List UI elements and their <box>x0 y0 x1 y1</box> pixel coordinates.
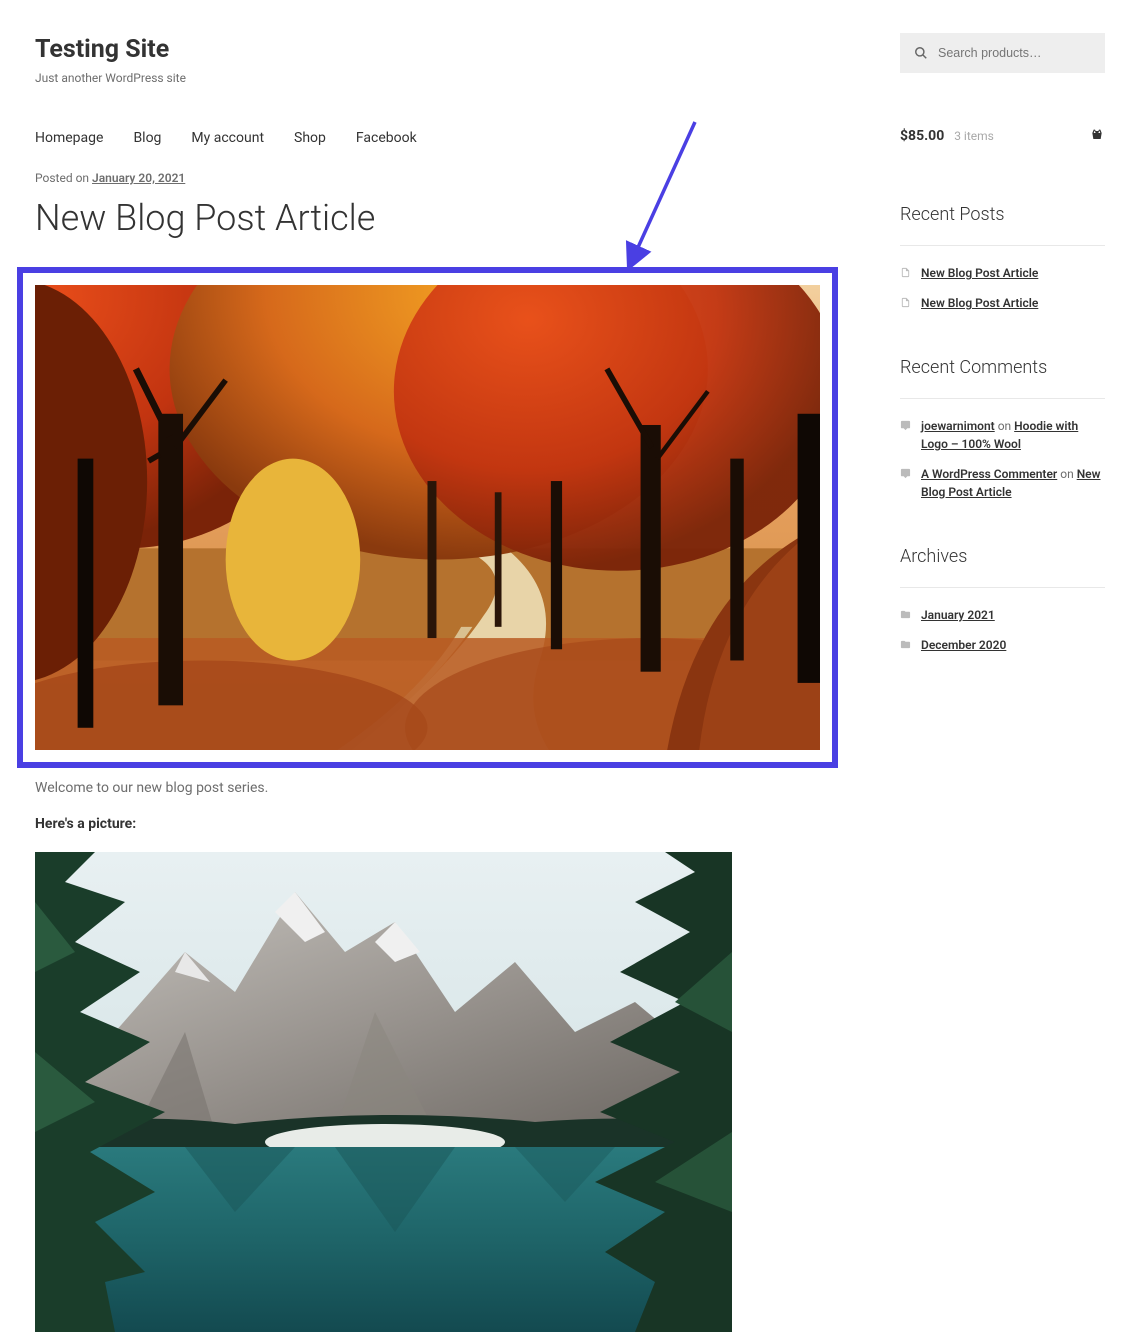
list-item: A WordPress Commenter on New Blog Post A… <box>900 465 1105 501</box>
nav-item-homepage[interactable]: Homepage <box>35 115 103 161</box>
body-image-mountain <box>35 852 732 1332</box>
list-item: New Blog Post Article <box>900 294 1105 312</box>
cart-summary[interactable]: $85.00 3 items <box>900 125 1105 144</box>
search-input[interactable] <box>900 36 1105 70</box>
list-item: January 2021 <box>900 606 1105 624</box>
list-item: December 2020 <box>900 636 1105 654</box>
post-meta: Posted on January 20, 2021 <box>35 171 860 185</box>
post-meta-prefix: Posted on <box>35 171 92 185</box>
widget-recent-comments: Recent Comments joewarnimont on Hoodie w… <box>900 357 1105 501</box>
archive-link[interactable]: December 2020 <box>921 636 1006 654</box>
comment-icon <box>900 468 911 479</box>
search-icon <box>914 46 928 60</box>
site-tagline: Just another WordPress site <box>35 71 860 85</box>
nav-item-shop[interactable]: Shop <box>294 115 326 161</box>
post-date-link[interactable]: January 20, 2021 <box>92 171 185 185</box>
cart-price: $85.00 <box>900 128 944 144</box>
post-picture-label: Here's a picture: <box>35 816 860 832</box>
comment-author-link[interactable]: A WordPress Commenter <box>921 467 1057 481</box>
widget-title-recent-comments: Recent Comments <box>900 357 1105 399</box>
search-box[interactable] <box>900 33 1105 73</box>
post-title: New Blog Post Article <box>35 197 860 239</box>
basket-icon <box>1089 127 1105 143</box>
document-icon <box>900 297 911 308</box>
folder-icon <box>900 609 911 620</box>
nav-item-blog[interactable]: Blog <box>133 115 161 161</box>
featured-image <box>35 285 820 750</box>
post-welcome-text: Welcome to our new blog post series. <box>35 780 860 796</box>
recent-post-link[interactable]: New Blog Post Article <box>921 264 1038 282</box>
list-item: joewarnimont on Hoodie with Logo – 100% … <box>900 417 1105 453</box>
widget-title-recent-posts: Recent Posts <box>900 204 1105 246</box>
primary-nav: Homepage Blog My account Shop Facebook <box>35 115 860 161</box>
nav-item-my-account[interactable]: My account <box>191 115 264 161</box>
comment-author-link[interactable]: joewarnimont <box>921 419 995 433</box>
cart-item-count: 3 items <box>954 129 994 143</box>
comment-icon <box>900 420 911 431</box>
featured-image-highlight <box>17 267 838 768</box>
site-header: Testing Site Just another WordPress site <box>35 0 860 85</box>
list-item: New Blog Post Article <box>900 264 1105 282</box>
site-title[interactable]: Testing Site <box>35 35 860 64</box>
archive-link[interactable]: January 2021 <box>921 606 995 624</box>
folder-icon <box>900 639 911 650</box>
widget-recent-posts: Recent Posts New Blog Post Article New B… <box>900 204 1105 312</box>
nav-item-facebook[interactable]: Facebook <box>356 115 417 161</box>
widget-title-archives: Archives <box>900 546 1105 588</box>
recent-post-link[interactable]: New Blog Post Article <box>921 294 1038 312</box>
document-icon <box>900 267 911 278</box>
widget-archives: Archives January 2021 December 2020 <box>900 546 1105 654</box>
